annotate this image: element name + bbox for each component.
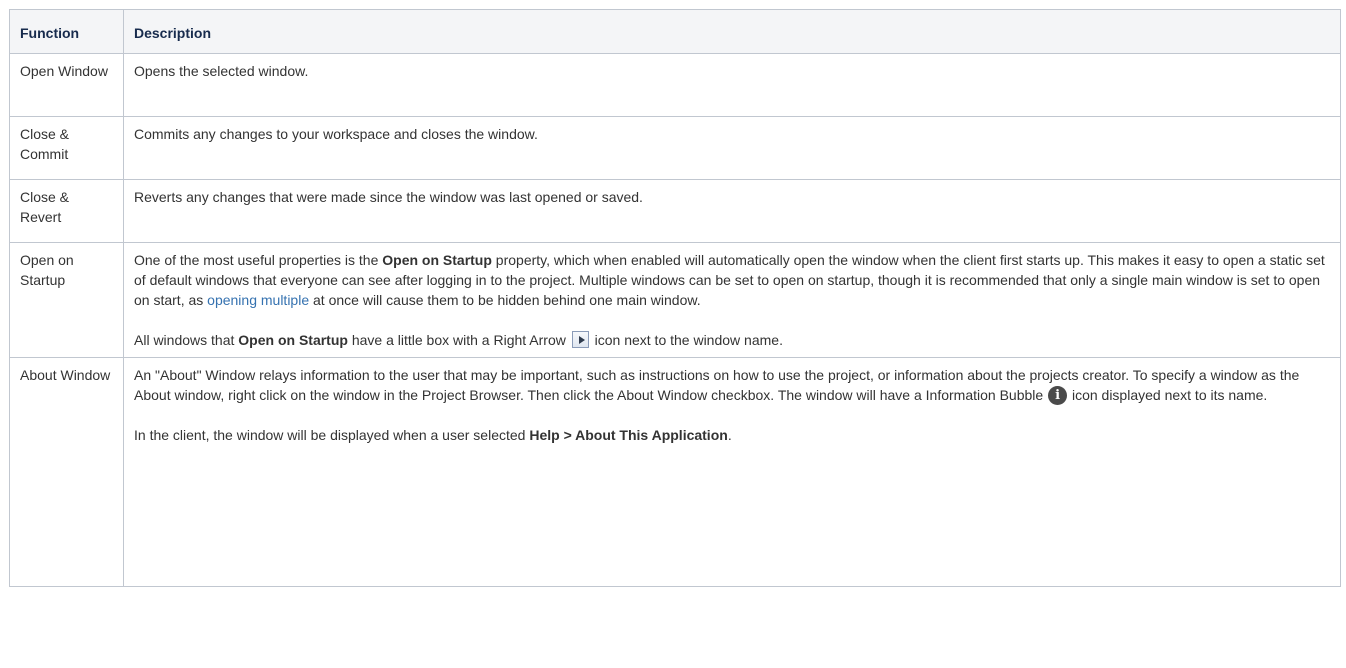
table-row: Close & Commit Commits any changes to yo… (9, 116, 1341, 180)
description-cell: Commits any changes to your workspace an… (123, 116, 1341, 180)
page-content: Function Description Open Window Opens t… (0, 0, 1346, 587)
description-paragraph: One of the most useful properties is the… (134, 250, 1330, 310)
functions-table: Function Description Open Window Opens t… (9, 9, 1341, 587)
column-header-description: Description (123, 9, 1341, 54)
bold-text: Open on Startup (382, 252, 492, 268)
information-bubble-icon: i (1048, 386, 1068, 405)
table-row: About Window An "About" Window relays in… (9, 357, 1341, 587)
text-span: All windows that (134, 332, 239, 348)
description-paragraph: All windows that Open on Startup have a … (134, 330, 1330, 350)
table-header-row: Function Description (9, 9, 1341, 54)
opening-multiple-link[interactable]: opening multiple (207, 292, 309, 308)
function-cell: Close & Commit (9, 116, 124, 180)
description-paragraph: In the client, the window will be displa… (134, 425, 1330, 445)
description-cell: One of the most useful properties is the… (123, 242, 1341, 358)
table-row: Close & Revert Reverts any changes that … (9, 179, 1341, 243)
table-row: Open Window Opens the selected window. (9, 53, 1341, 117)
column-header-function: Function (9, 9, 124, 54)
function-cell: About Window (9, 357, 124, 587)
table-row: Open on Startup One of the most useful p… (9, 242, 1341, 358)
function-cell: Close & Revert (9, 179, 124, 243)
description-cell: Opens the selected window. (123, 53, 1341, 117)
description-paragraph: An "About" Window relays information to … (134, 365, 1330, 405)
bold-text: Help > About This Application (529, 427, 728, 443)
text-span: . (727, 427, 732, 443)
text-span: icon displayed next to its name. (1068, 387, 1268, 403)
right-arrow-box-icon (571, 331, 589, 348)
description-cell: Reverts any changes that were made since… (123, 179, 1341, 243)
function-cell: Open on Startup (9, 242, 124, 358)
text-span: at once will cause them to be hidden beh… (309, 292, 701, 308)
text-span: icon next to the window name. (590, 332, 783, 348)
function-cell: Open Window (9, 53, 124, 117)
bold-text: Open on Startup (238, 332, 348, 348)
text-span: have a little box with a Right Arrow (347, 332, 570, 348)
text-span: One of the most useful properties is the (134, 252, 383, 268)
text-span: In the client, the window will be displa… (134, 427, 530, 443)
description-cell: An "About" Window relays information to … (123, 357, 1341, 587)
